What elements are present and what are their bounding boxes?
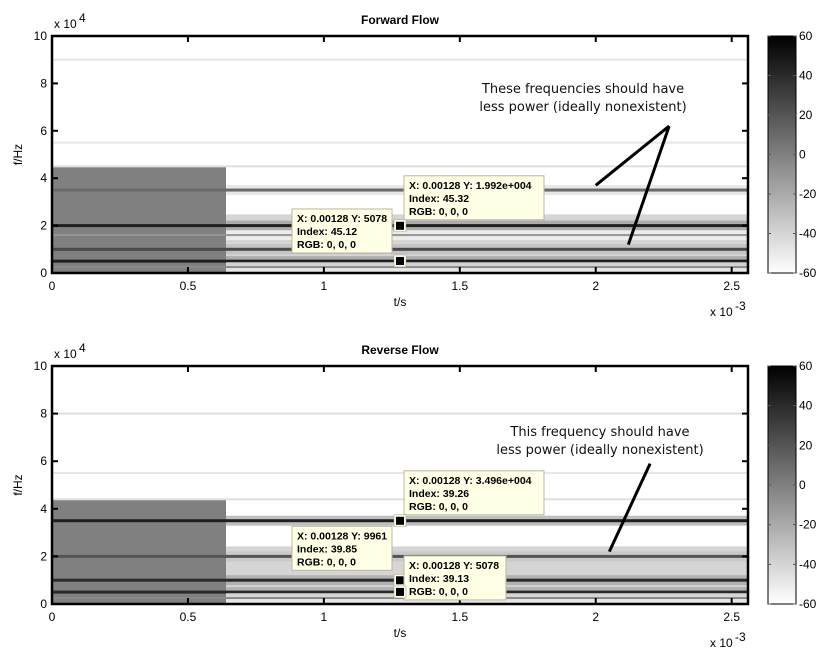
x-tick-label: 1 (321, 279, 328, 293)
x-exponent-label: x 10 (710, 305, 733, 319)
datatip-xy: X: 0.00128 Y: 5078 (409, 560, 499, 572)
x-axis-label: t/s (394, 295, 407, 309)
datatip-rgb: RGB: 0, 0, 0 (297, 556, 356, 568)
colorbar-tick-label: 0 (799, 478, 806, 492)
frequency-band (52, 498, 748, 501)
colorbar-tick-label: 20 (799, 108, 813, 122)
spectrogram-segment-1 (52, 166, 226, 273)
frequency-band (52, 472, 748, 475)
colorbar-tick-label: -60 (799, 266, 817, 280)
colorbar-tick-label: -20 (799, 187, 817, 201)
x-exponent-power: -3 (735, 630, 746, 644)
x-tick-label: 0.5 (180, 279, 197, 293)
reverse-flow-plot: 0 0.5 1 1.5 2 2.5 0 2 4 6 8 10 Reverse Flow t/s f/Hz x … (11, 341, 817, 650)
x-exponent-label: x 10 (710, 636, 733, 650)
datatip-xy: X: 0.00128 Y: 1.992e+004 (409, 180, 532, 192)
y-tick-label: 2 (40, 219, 47, 233)
frequency-band (52, 247, 748, 251)
datatip-xy: X: 0.00128 Y: 9961 (297, 530, 387, 542)
spectrogram-segment-1 (52, 499, 226, 604)
x-tick-label: 1 (321, 610, 328, 624)
datatip-marker (396, 587, 404, 596)
colorbar (767, 35, 797, 274)
colorbar-tick-label: -20 (799, 518, 817, 532)
x-tick-label: 1.5 (451, 610, 468, 624)
y-tick-label: 0 (40, 597, 47, 611)
x-tick-label: 2 (592, 610, 599, 624)
y-exponent-power: 4 (79, 341, 86, 355)
y-tick-label: 8 (40, 407, 47, 421)
x-tick-label: 0 (49, 610, 56, 624)
y-tick-label: 2 (40, 549, 47, 563)
frequency-band (52, 188, 748, 192)
colorbar-tick-label: -40 (799, 557, 817, 571)
colorbar-tick-label: -60 (799, 597, 817, 611)
y-tick-label: 4 (40, 171, 47, 185)
frequency-band (52, 165, 748, 168)
x-tick-label: 2.5 (723, 279, 740, 293)
colorbar-tick-label: 0 (799, 148, 806, 162)
y-axis-label: f/Hz (11, 144, 25, 165)
datatip-xy: X: 0.00128 Y: 3.496e+004 (409, 475, 532, 487)
colorbar-tick-label: 20 (799, 438, 813, 452)
colorbar-tick-label: 40 (799, 69, 813, 83)
datatip-rgb: RGB: 0, 0, 0 (297, 239, 356, 251)
datatip-rgb: RGB: 0, 0, 0 (409, 586, 468, 598)
colorbar-tick-label: 60 (799, 359, 813, 373)
y-tick-label: 4 (40, 502, 47, 516)
x-tick-label: 0 (49, 279, 56, 293)
x-tick-label: 2 (592, 279, 599, 293)
y-exponent-label: x 10 (54, 17, 77, 31)
datatip-rgb: RGB: 0, 0, 0 (409, 206, 468, 218)
datatip-marker (396, 221, 404, 230)
colorbar-tick-label: 40 (799, 399, 813, 413)
datatip-marker (396, 516, 404, 525)
frequency-band (52, 234, 748, 237)
x-tick-label: 1.5 (451, 279, 468, 293)
frequency-band (52, 58, 748, 61)
annotation-text: This frequency should have (509, 425, 689, 440)
frequency-band (52, 412, 748, 415)
y-exponent-power: 4 (79, 11, 86, 25)
annotation-text: These frequencies should have (481, 82, 684, 97)
figure: 0 0.5 1 1.5 2 2.50246810Forward Flowt/sf/Hzx … (11, 11, 817, 650)
colorbar-tick-label: 60 (799, 29, 813, 43)
x-tick-label: 2.5 (723, 610, 740, 624)
x-exponent-power: -3 (735, 299, 746, 313)
datatip-index: Index: 39.13 (409, 573, 469, 585)
y-tick-label: 6 (40, 454, 47, 468)
datatip-index: Index: 45.12 (297, 226, 357, 238)
datatip-marker (396, 256, 404, 265)
y-axis-label: f/Hz (11, 474, 25, 495)
y-tick-label: 10 (34, 29, 48, 43)
x-tick-label: 0.5 (180, 610, 197, 624)
x-axis-label: t/s (394, 626, 407, 640)
annotation-text: less power (ideally nonexistent) (479, 100, 686, 115)
y-tick-label: 6 (40, 124, 47, 138)
datatip: X: 0.00128 Y: 5078Index: 39.13RGB: 0, 0,… (393, 555, 507, 601)
y-tick-label: 10 (34, 359, 48, 373)
forward-flow-plot: 0 0.5 1 1.5 2 2.5 0 2 4 6 8 10 Forward Flow t/s f/Hz x … (11, 11, 817, 319)
y-exponent-label: x 10 (54, 347, 77, 361)
datatip-index: Index: 45.32 (409, 193, 469, 205)
frequency-band (52, 554, 748, 558)
chart-title: Forward Flow (361, 13, 440, 27)
y-tick-label: 0 (40, 266, 47, 280)
y-tick-label: 8 (40, 76, 47, 90)
datatip-index: Index: 39.26 (409, 488, 469, 500)
datatip-xy: X: 0.00128 Y: 5078 (297, 213, 387, 225)
colorbar (767, 365, 797, 605)
colorbar-tick-label: -40 (799, 227, 817, 241)
chart-title: Reverse Flow (361, 343, 439, 357)
annotation-text: less power (ideally nonexistent) (496, 443, 703, 458)
datatip-marker (396, 576, 404, 585)
datatip-rgb: RGB: 0, 0, 0 (409, 501, 468, 513)
frequency-band (52, 141, 748, 144)
datatip-index: Index: 39.85 (297, 543, 357, 555)
